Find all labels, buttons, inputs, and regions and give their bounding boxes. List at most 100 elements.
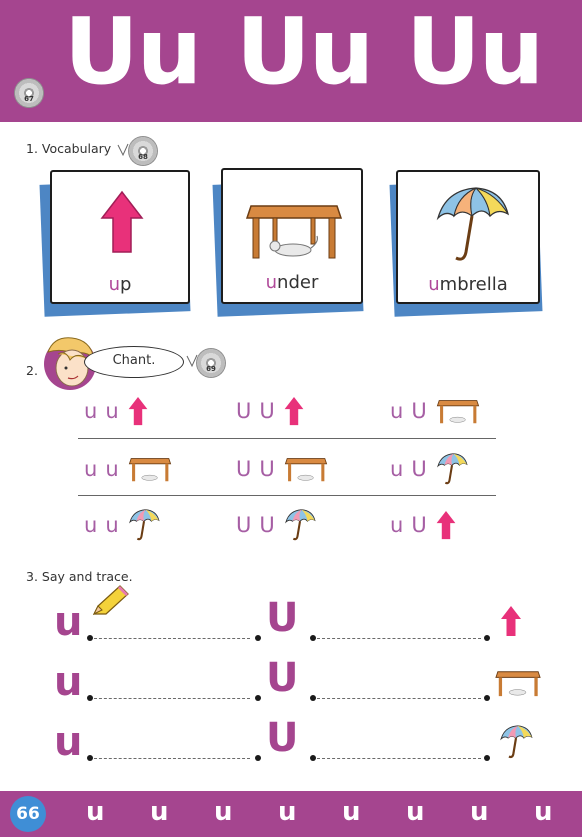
chant-letter: u (390, 457, 404, 481)
arrow-up-icon (128, 396, 147, 426)
trace-start-dot (310, 635, 316, 641)
chant-group: U U (236, 451, 329, 487)
header-letter-3: Uu (406, 0, 544, 105)
footer-letter: u (406, 797, 425, 827)
chant-group: u U (390, 507, 457, 543)
vocab-card-under[interactable]: under (212, 168, 368, 318)
trace-dashed-line[interactable] (94, 698, 250, 699)
chant-letter: U (259, 513, 275, 537)
speech-bubble: Chant. (84, 346, 184, 378)
arrow-up-icon (501, 606, 521, 636)
footer-letter: u (214, 797, 233, 827)
table-icon (128, 458, 171, 482)
umbrella-icon (436, 453, 468, 485)
trace-dashed-line[interactable] (94, 758, 250, 759)
vocab-word-umbrella: umbrella (428, 274, 508, 295)
audio-cd-icon[interactable]: 69 (196, 348, 226, 378)
trace-end-dot (484, 635, 490, 641)
trace-end-dot (255, 635, 261, 641)
chant-group: u u (84, 393, 149, 429)
trace-start-dot (310, 695, 316, 701)
chant-group: U U (236, 393, 305, 429)
chant-group: u u (84, 451, 173, 487)
vocabulary-title: 1. Vocabulary (26, 141, 112, 156)
chant-letter: u (105, 513, 119, 537)
trace-start-dot (310, 755, 316, 761)
chant-letter: u (390, 513, 404, 537)
chant-letter: u (390, 399, 404, 423)
trace-letter-lower: u (54, 659, 83, 705)
chant-letter: u (84, 513, 98, 537)
trace-letter-lower: u (54, 599, 83, 645)
trace-letter-upper: U (266, 715, 299, 761)
table-icon (245, 205, 343, 259)
footer-letter: u (150, 797, 169, 827)
vocab-word-under: under (265, 272, 319, 293)
vocab-card-up[interactable]: up (39, 170, 195, 320)
chant-letter: U (411, 399, 427, 423)
trace-letter-upper: U (266, 595, 299, 641)
trace-row-1[interactable]: u U (54, 598, 544, 646)
table-icon (495, 671, 541, 697)
chant-row-3: u u U U u U (84, 507, 504, 543)
trace-title: 3. Say and trace. (26, 569, 133, 584)
chant-letter: U (411, 457, 427, 481)
trace-letter-lower: u (54, 719, 83, 765)
page-number-badge: 66 (10, 796, 46, 832)
header-letter-2: Uu (236, 0, 374, 105)
chant-letter: U (236, 399, 252, 423)
chant-letter: u (84, 457, 98, 481)
trace-start-dot (87, 695, 93, 701)
divider-line (78, 438, 496, 439)
trace-dashed-line[interactable] (94, 638, 250, 639)
arrow-up-icon (436, 510, 456, 540)
chant-letter: U (411, 513, 427, 537)
trace-start-dot (87, 635, 93, 641)
umbrella-icon (436, 187, 510, 261)
trace-start-dot (87, 755, 93, 761)
trace-end-dot (255, 695, 261, 701)
footer-letter: u (470, 797, 489, 827)
table-icon (284, 458, 327, 482)
audio-cd-icon[interactable]: 68 (128, 136, 158, 166)
divider-line (78, 495, 496, 496)
umbrella-icon (500, 725, 533, 759)
speech-bubble-text: Chant. (112, 353, 156, 368)
chant-letter: U (236, 457, 252, 481)
header-band: Uu Uu Uu 67 (0, 0, 582, 122)
chant-letter: u (105, 457, 119, 481)
vocab-card-umbrella[interactable]: umbrella (388, 170, 548, 320)
chant-number: 2. (26, 363, 38, 378)
footer-letter: u (278, 797, 297, 827)
audio-track-number: 67 (24, 95, 34, 103)
footer-letter: u (86, 797, 105, 827)
umbrella-icon (128, 509, 160, 541)
table-icon (436, 400, 479, 424)
chant-letter: U (259, 399, 275, 423)
footer-letter: u (342, 797, 361, 827)
footer-letter: u (534, 797, 553, 827)
trace-row-3[interactable]: u U (54, 718, 544, 766)
trace-dashed-line[interactable] (317, 758, 481, 759)
footer-band: 66 u u u u u u u u (0, 791, 582, 837)
chant-group: u U (390, 393, 481, 429)
chant-letter: u (84, 399, 98, 423)
audio-track-number: 69 (206, 365, 216, 373)
chant-letter: U (236, 513, 252, 537)
trace-row-2[interactable]: u U (54, 658, 544, 706)
vocab-word-up: up (108, 274, 132, 295)
chant-row-1: u u U U u U (84, 393, 504, 429)
umbrella-icon (284, 509, 316, 541)
chant-group: u U (390, 451, 469, 487)
trace-end-dot (484, 695, 490, 701)
trace-dashed-line[interactable] (317, 638, 481, 639)
chant-row-2: u u U U u U (84, 451, 504, 487)
arrow-up-icon (100, 190, 144, 253)
trace-end-dot (484, 755, 490, 761)
arrow-up-icon (284, 396, 304, 426)
audio-cd-icon[interactable]: 67 (14, 78, 44, 108)
trace-letter-upper: U (266, 655, 299, 701)
chant-letter: u (105, 399, 119, 423)
audio-track-number: 68 (138, 153, 148, 161)
trace-dashed-line[interactable] (317, 698, 481, 699)
